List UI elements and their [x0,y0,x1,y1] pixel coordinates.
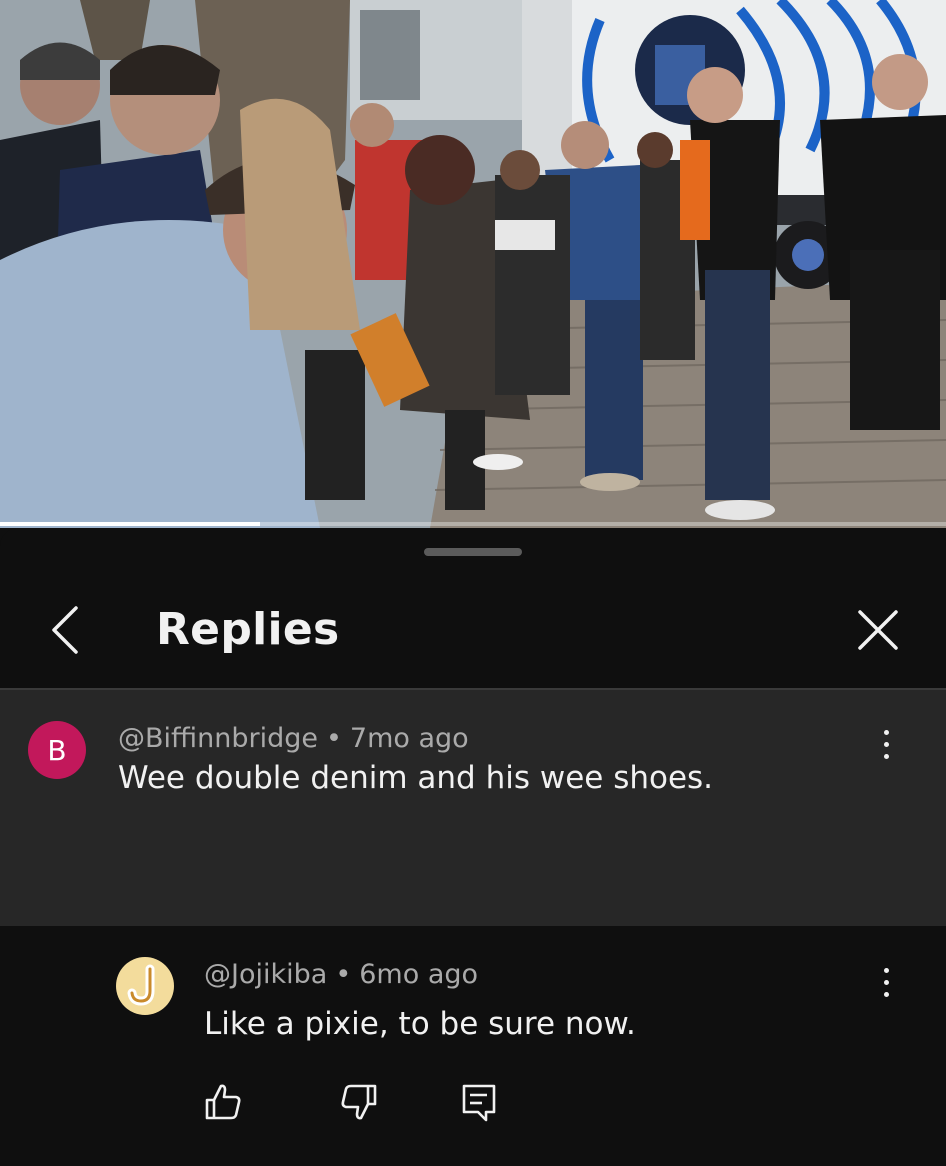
kebab-dot [883,729,889,735]
thumb-up-icon [205,1084,241,1120]
comment-meta: @Jojikiba • 6mo ago [204,959,478,990]
close-icon [858,610,898,650]
comment-text: Wee double denim and his wee shoes. [118,760,714,796]
like-button[interactable] [201,1080,245,1124]
meta-separator: • [335,959,352,990]
chevron-left-icon [52,606,78,654]
kebab-dot [883,741,889,747]
dislike-button[interactable] [337,1080,381,1124]
kebab-dot [883,979,889,985]
more-options-button[interactable] [868,720,904,768]
reply-comment: @Jojikiba • 6mo ago Like a pixie, to be su… [0,926,946,1166]
reply-button[interactable] [457,1080,501,1124]
avatar-letter-j [127,964,155,1006]
more-options-button[interactable] [868,958,904,1006]
page-title: Replies [156,604,340,655]
meta-separator: • [325,723,342,754]
comment-meta: @Biffinnbridge • 7mo ago [118,723,469,754]
thumb-down-icon [341,1084,377,1120]
back-button[interactable] [36,600,96,660]
video-player[interactable] [0,0,946,528]
kebab-dot [883,967,889,973]
kebab-dot [883,991,889,997]
drag-handle[interactable] [424,548,522,556]
replies-header: Replies [0,572,946,688]
avatar[interactable] [116,957,174,1015]
comment-author[interactable]: @Biffinnbridge [118,723,318,754]
comment-text: Like a pixie, to be sure now. [204,1006,636,1042]
close-button[interactable] [848,600,908,660]
comment-time: 7mo ago [349,723,469,754]
video-progress-fill [0,522,261,526]
comment-time: 6mo ago [359,959,479,990]
reply-icon [462,1084,496,1122]
comment-author[interactable]: @Jojikiba [204,959,327,990]
video-frame [0,0,946,528]
video-progress-bar[interactable] [0,522,946,526]
parent-comment: B @Biffinnbridge • 7mo ago Wee double deni… [0,690,946,1048]
avatar[interactable]: B [28,721,86,779]
kebab-dot [883,753,889,759]
avatar-letter: B [47,733,67,767]
replies-sheet: Replies B @Biffinnbridge • 7mo ago Wee dou… [0,528,946,1166]
